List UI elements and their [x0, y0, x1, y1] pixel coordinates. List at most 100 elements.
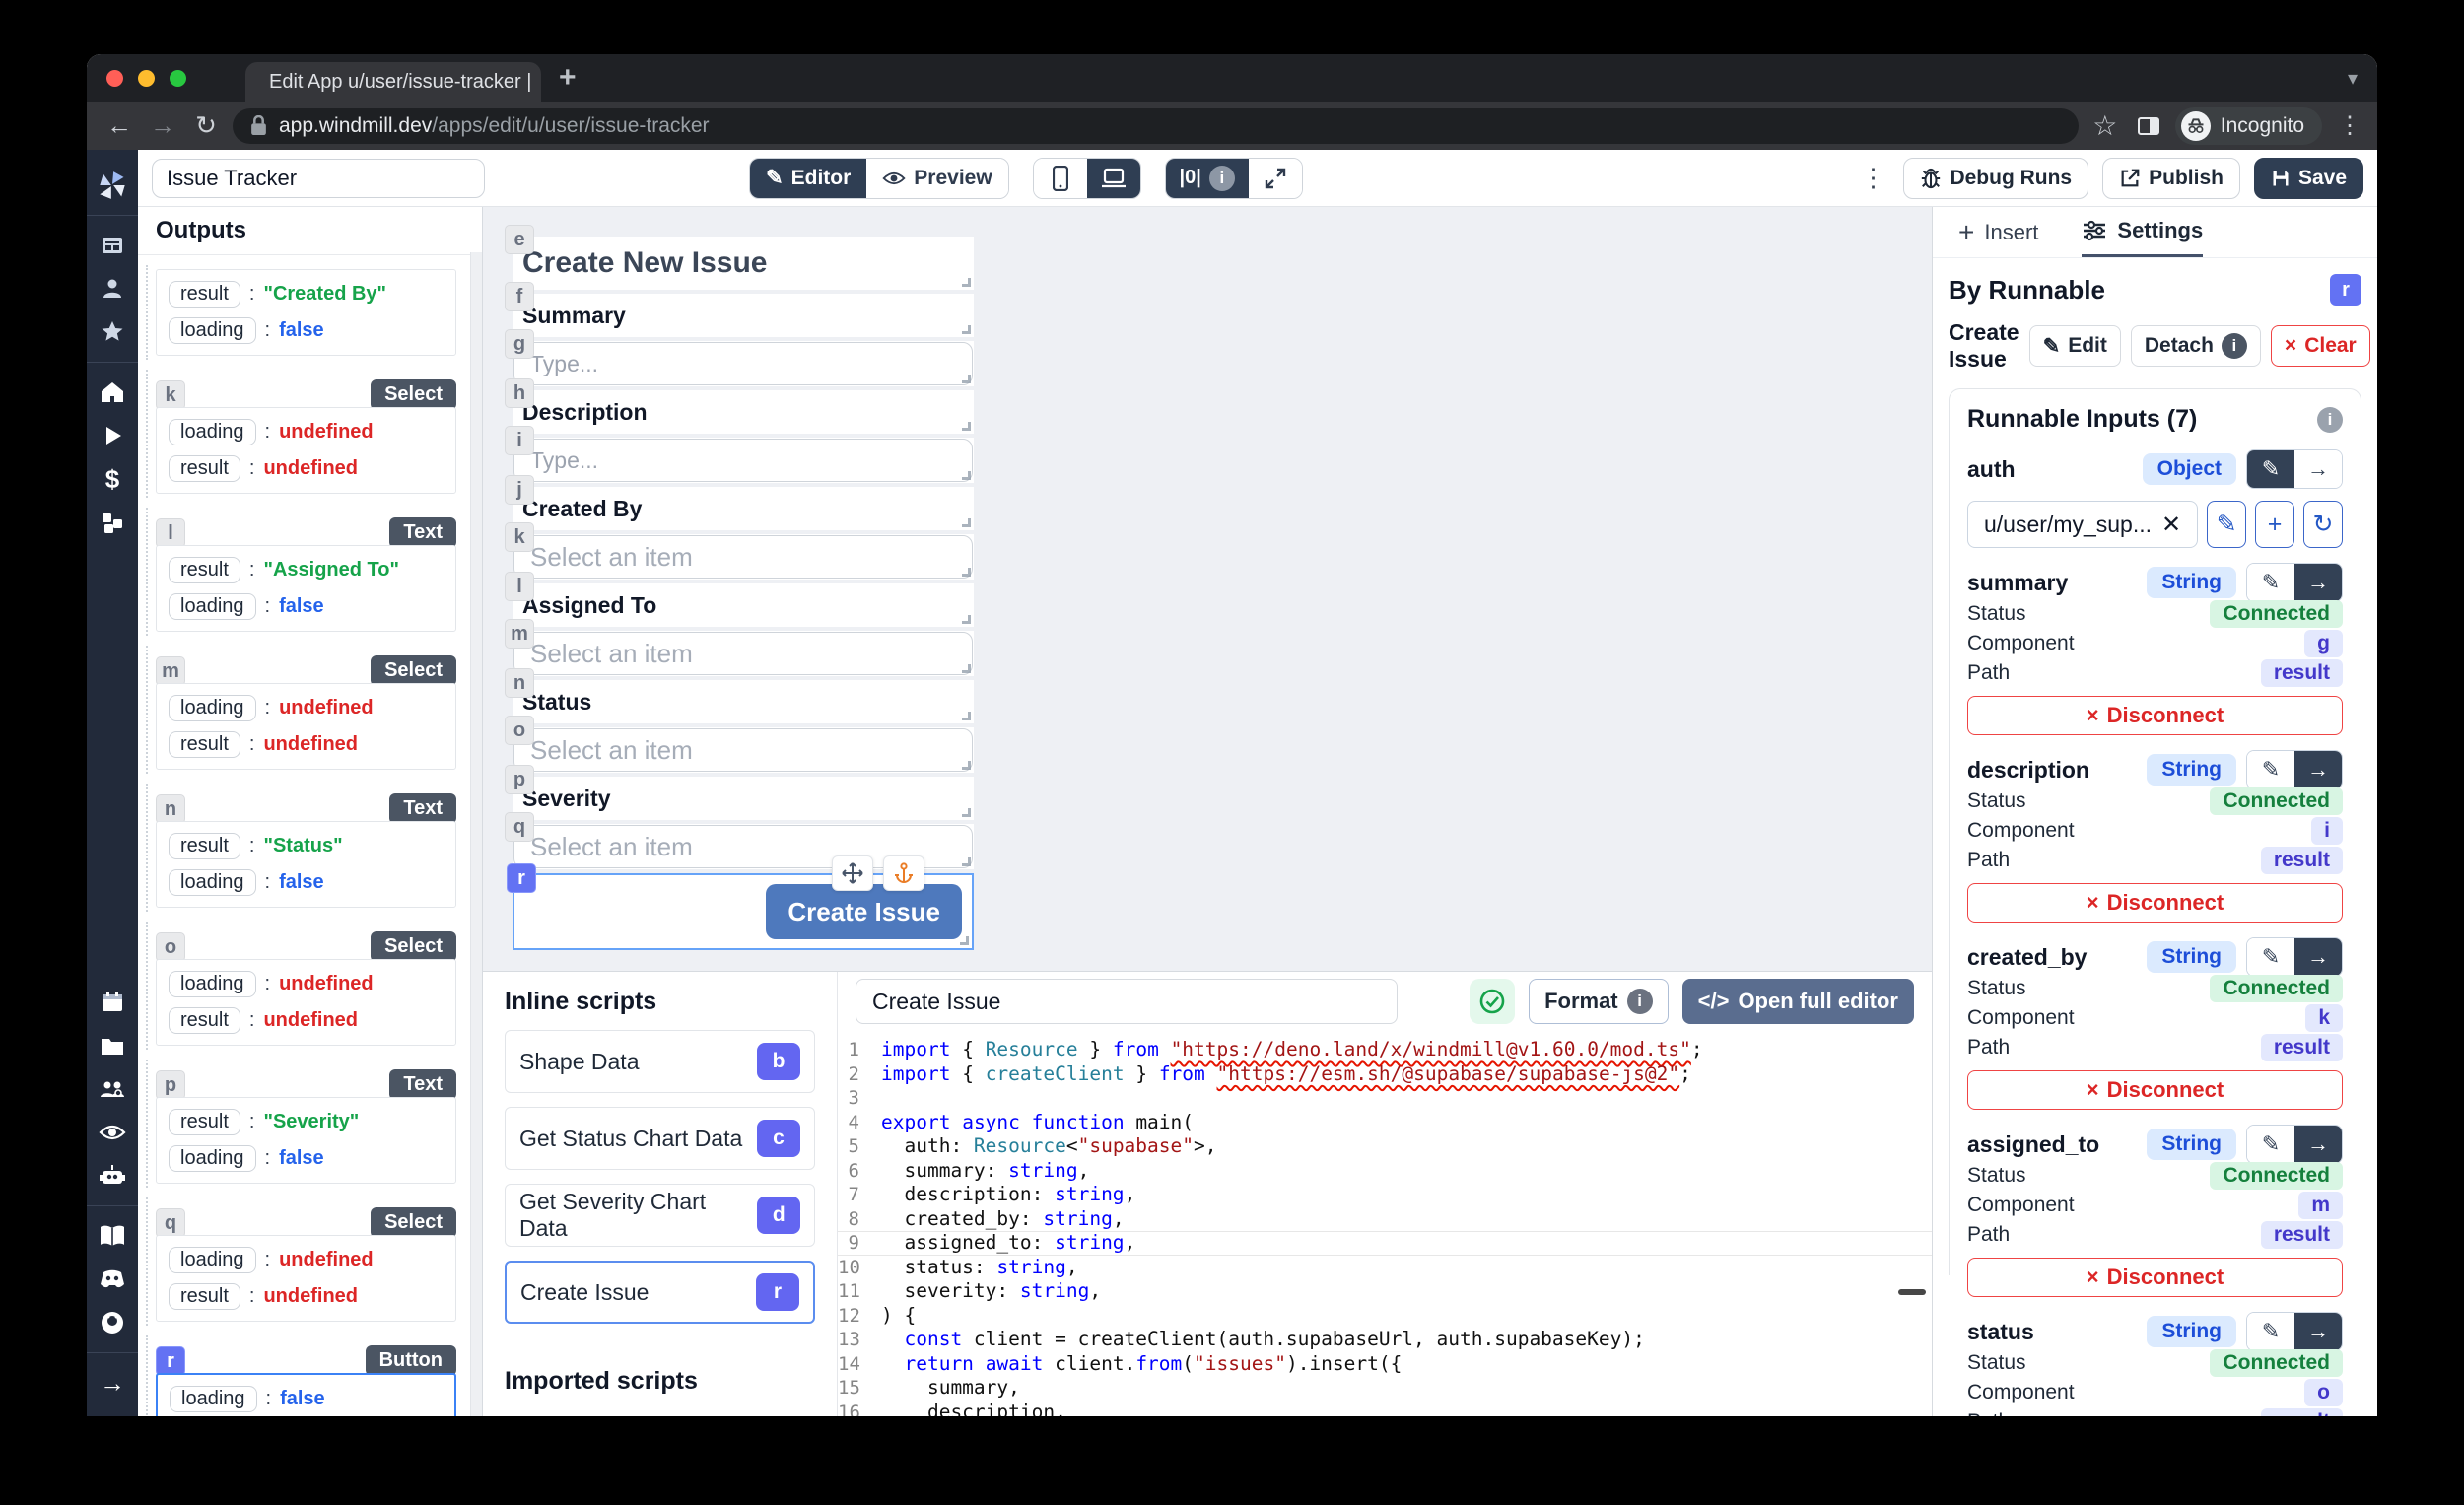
disconnect-button[interactable]: ×Disconnect: [1967, 696, 2343, 735]
resize-handle[interactable]: [962, 664, 971, 673]
minimize-window-button[interactable]: [138, 70, 155, 87]
canvas-component-h[interactable]: hDescription: [513, 390, 974, 434]
output-row[interactable]: loading:undefined: [169, 694, 444, 722]
zoom-window-button[interactable]: [170, 70, 186, 87]
code-line[interactable]: 9 assigned_to: string,: [838, 1231, 1932, 1256]
resources-icon[interactable]: [87, 501, 138, 544]
output-row[interactable]: loading:undefined: [169, 418, 444, 446]
canvas-component-r[interactable]: rCreate Issue: [513, 873, 974, 950]
anchor-icon[interactable]: [883, 855, 924, 891]
code-line[interactable]: 4export async function main(: [838, 1111, 1932, 1135]
code-line[interactable]: 7 description: string,: [838, 1183, 1932, 1207]
canvas-component-m[interactable]: mSelect an item: [513, 631, 974, 676]
star-icon[interactable]: [87, 310, 138, 354]
resize-handle[interactable]: [962, 857, 971, 866]
schedules-icon[interactable]: [87, 981, 138, 1024]
edit-resource-button[interactable]: ✎: [2207, 501, 2246, 548]
output-row[interactable]: result:"Created By": [169, 280, 444, 308]
window-controls[interactable]: [87, 70, 206, 87]
connect-mode-icon[interactable]: →: [2294, 751, 2342, 788]
code-line[interactable]: 10 status: string,: [838, 1256, 1932, 1280]
code-line[interactable]: 6 summary: string,: [838, 1159, 1932, 1184]
connect-mode-icon[interactable]: →: [2294, 1313, 2342, 1350]
back-icon[interactable]: ←: [103, 110, 136, 141]
connect-mode-icon[interactable]: →: [2294, 450, 2342, 488]
ai-robot-icon[interactable]: [87, 1154, 138, 1197]
refresh-resource-button[interactable]: ↻: [2303, 501, 2343, 548]
clear-button[interactable]: ×Clear: [2271, 325, 2370, 367]
more-menu-icon[interactable]: ⋮: [1860, 163, 1885, 193]
resize-handle[interactable]: [962, 518, 971, 527]
select-input[interactable]: Select an item: [513, 728, 973, 772]
collapse-sidebar-icon[interactable]: →: [87, 1361, 138, 1404]
canvas-component-j[interactable]: jCreated By: [513, 487, 974, 530]
disconnect-button[interactable]: ×Disconnect: [1967, 883, 2343, 923]
output-row[interactable]: result:undefined: [169, 1282, 444, 1311]
connect-mode-icon[interactable]: →: [2294, 938, 2342, 976]
inline-script-item[interactable]: Get Severity Chart Datad: [505, 1184, 815, 1247]
code-line[interactable]: 12) {: [838, 1304, 1932, 1329]
edit-button[interactable]: ✎Edit: [2029, 325, 2121, 367]
inline-script-item[interactable]: Create Issuer: [505, 1261, 815, 1324]
docs-book-icon[interactable]: [87, 1214, 138, 1258]
connect-mode-icon[interactable]: →: [2294, 1126, 2342, 1163]
output-component-id[interactable]: r: [156, 1346, 185, 1376]
resize-handle[interactable]: [962, 325, 971, 334]
folders-icon[interactable]: [87, 1024, 138, 1067]
editor-scrollbar-thumb[interactable]: [1898, 1289, 1926, 1295]
disconnect-button[interactable]: ×Disconnect: [1967, 1258, 2343, 1297]
canvas-component-g[interactable]: gType...: [513, 341, 974, 386]
resource-picker[interactable]: u/user/my_sup...✕: [1967, 501, 2198, 548]
tab-list-chevron-icon[interactable]: ▾: [2348, 66, 2358, 91]
output-row[interactable]: result:undefined: [169, 1006, 444, 1035]
script-name-input[interactable]: Create Issue: [856, 979, 1398, 1024]
resize-handle[interactable]: [962, 712, 971, 720]
resize-handle[interactable]: [962, 808, 971, 817]
audit-eye-icon[interactable]: [87, 1111, 138, 1154]
bookmark-star-icon[interactable]: ☆: [2088, 109, 2122, 142]
open-full-editor-button[interactable]: </>Open full editor: [1682, 979, 1914, 1024]
runs-icon[interactable]: [87, 414, 138, 457]
output-row[interactable]: result:undefined: [169, 454, 444, 483]
clear-resource-icon[interactable]: ✕: [2152, 511, 2191, 539]
new-tab-button[interactable]: +: [559, 61, 577, 95]
forward-icon[interactable]: →: [146, 110, 179, 141]
move-icon[interactable]: [832, 855, 873, 891]
browser-menu-icon[interactable]: ⋮: [2338, 111, 2361, 140]
canvas-component-i[interactable]: iType...: [513, 438, 974, 483]
resize-handle[interactable]: [962, 761, 971, 770]
static-mode-icon[interactable]: ✎: [2247, 1313, 2294, 1350]
outputs-toggle[interactable]: |0|i: [1166, 159, 1249, 198]
publish-button[interactable]: Publish: [2102, 158, 2240, 199]
output-row[interactable]: loading:false: [170, 1385, 443, 1413]
canvas-component-o[interactable]: oSelect an item: [513, 727, 974, 773]
output-component-id[interactable]: l: [156, 518, 185, 548]
code-line[interactable]: 16 description,: [838, 1401, 1932, 1417]
code-line[interactable]: 14 return await client.from("issues").in…: [838, 1352, 1932, 1377]
connect-mode-icon[interactable]: →: [2294, 564, 2342, 601]
output-row[interactable]: result:"Severity": [169, 1108, 444, 1136]
mobile-icon[interactable]: [1034, 159, 1087, 198]
resize-handle[interactable]: [962, 422, 971, 431]
canvas-component-p[interactable]: pSeverity: [513, 777, 974, 820]
windmill-logo[interactable]: [87, 164, 138, 207]
reload-icon[interactable]: ↻: [189, 110, 223, 141]
output-component-id[interactable]: m: [156, 656, 185, 686]
output-row[interactable]: loading:false: [169, 868, 444, 897]
static-mode-icon[interactable]: ✎: [2247, 564, 2294, 601]
home-icon[interactable]: [87, 371, 138, 414]
resize-handle[interactable]: [960, 936, 969, 945]
inline-script-item[interactable]: Shape Datab: [505, 1030, 815, 1093]
text-input[interactable]: Type...: [513, 342, 973, 385]
workers-icon[interactable]: [87, 1067, 138, 1111]
inline-script-item[interactable]: Get Status Chart Datac: [505, 1107, 815, 1170]
editor-tab[interactable]: ✎Editor: [750, 159, 866, 198]
output-row[interactable]: result:undefined: [169, 730, 444, 759]
static-mode-icon[interactable]: ✎: [2247, 1126, 2294, 1163]
output-row[interactable]: loading:false: [169, 316, 444, 345]
static-mode-icon[interactable]: ✎: [2247, 751, 2294, 788]
address-bar[interactable]: app.windmill.dev/apps/edit/u/user/issue-…: [233, 108, 2079, 144]
github-icon[interactable]: [87, 1301, 138, 1344]
code-line[interactable]: 2import { createClient } from "https://e…: [838, 1062, 1932, 1087]
output-component-id[interactable]: q: [156, 1208, 185, 1238]
